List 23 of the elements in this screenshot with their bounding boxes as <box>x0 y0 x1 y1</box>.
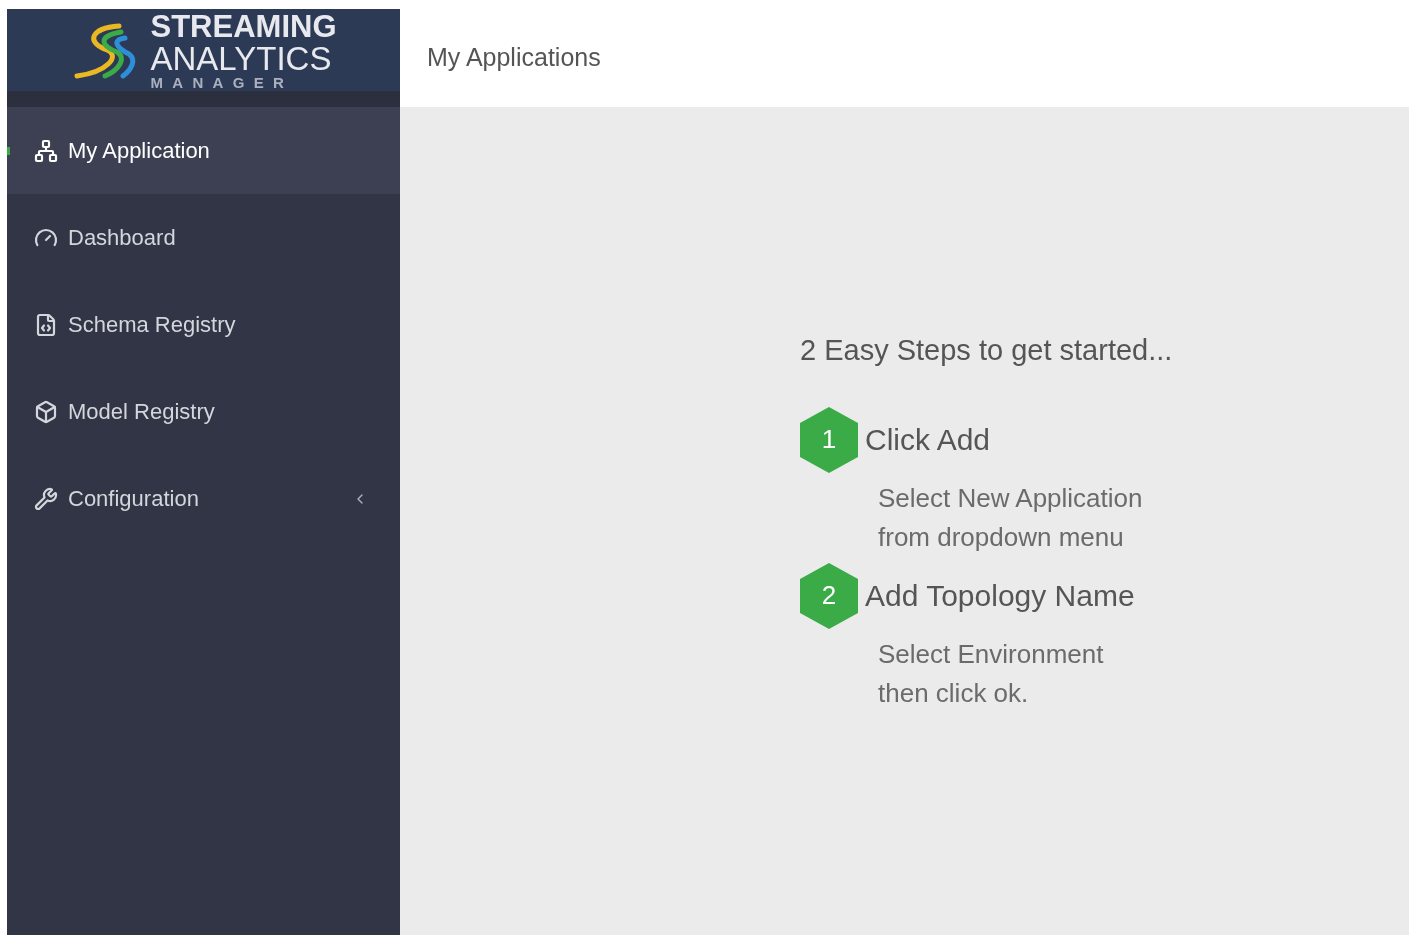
logo-text: STREAMING <box>150 10 337 42</box>
sidebar-item[interactable]: My Application <box>7 107 400 194</box>
step-title: Add Topology Name <box>865 578 1135 614</box>
sidebar-item[interactable]: Configuration <box>7 455 400 542</box>
intro-heading: 2 Easy Steps to get started... <box>800 333 1174 368</box>
code-file-icon <box>34 312 58 337</box>
step-description: Select New Application <box>878 481 1144 515</box>
step-title: Click Add <box>865 422 991 458</box>
step-description: then click ok. <box>878 676 1030 710</box>
wrench-icon <box>34 486 58 511</box>
sitemap-icon <box>34 138 58 163</box>
sidebar-item[interactable]: Schema Registry <box>7 281 400 368</box>
cube-icon <box>34 399 58 424</box>
step-description: from dropdown menu <box>878 520 1125 554</box>
logo-text: ANALYTICS <box>150 41 333 75</box>
logo-subtitle: MANAGER <box>150 74 295 90</box>
active-indicator <box>7 147 10 155</box>
page-title: My Applications <box>427 42 601 74</box>
sidebar-item[interactable]: Dashboard <box>7 194 400 281</box>
step-number-badge: 1 <box>800 406 858 473</box>
sidebar-item[interactable]: Model Registry <box>7 368 400 455</box>
step-description: Select Environment <box>878 637 1105 671</box>
step-number-badge: 2 <box>800 562 858 629</box>
